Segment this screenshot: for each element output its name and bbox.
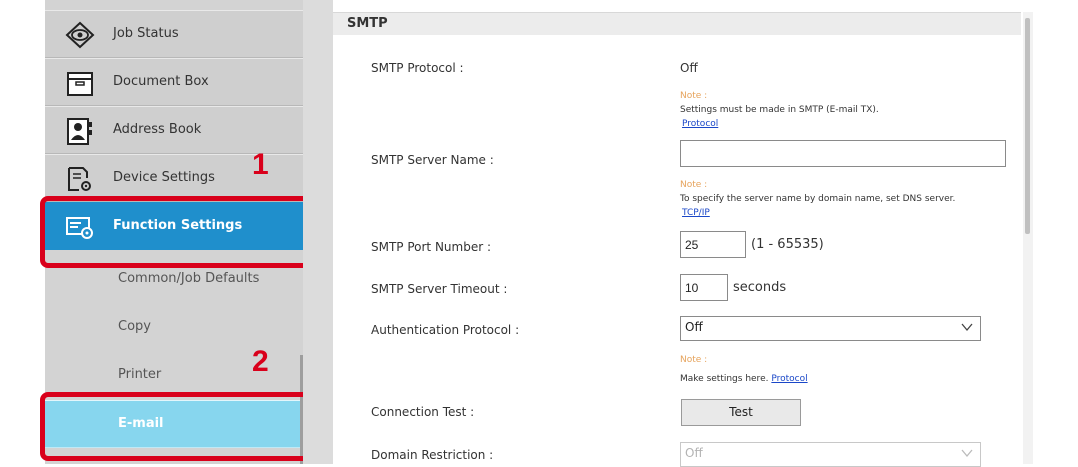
protocol-link[interactable]: Protocol — [771, 374, 807, 384]
domain-restriction-label: Domain Restriction : — [371, 448, 494, 462]
callout-number-2: 2 — [252, 345, 269, 378]
smtp-protocol-value: Off — [680, 61, 698, 75]
device-settings-icon — [65, 164, 95, 194]
address-book-icon — [65, 116, 95, 146]
domain-restriction-value: Off — [685, 446, 703, 460]
scrollbar-thumb[interactable] — [1025, 18, 1030, 234]
timeout-unit: seconds — [733, 280, 787, 295]
note-text: Settings must be made in SMTP (E-mail TX… — [680, 105, 879, 115]
test-button[interactable]: Test — [681, 399, 801, 426]
sidebar-subitem-label: Printer — [118, 367, 162, 382]
smtp-port-input[interactable] — [680, 231, 746, 258]
note-title: Note : — [680, 91, 708, 101]
callout-box-2 — [40, 392, 317, 461]
content-separator — [303, 0, 333, 464]
protocol-link[interactable]: Protocol — [682, 119, 718, 129]
sidebar-item-label: Address Book — [113, 122, 202, 137]
eye-icon — [65, 20, 95, 50]
sidebar-item-job-status[interactable]: Job Status — [45, 10, 303, 58]
note-text: To specify the server name by domain nam… — [680, 194, 956, 204]
connection-test-label: Connection Test : — [371, 405, 475, 419]
auth-protocol-select[interactable]: Off — [680, 316, 981, 341]
port-range-text: (1 - 65535) — [751, 237, 824, 252]
sidebar-subitem-label: Common/Job Defaults — [118, 271, 260, 286]
smtp-settings-panel: SMTP SMTP Protocol : Off Note : Settings… — [333, 0, 1033, 467]
smtp-port-label: SMTP Port Number : — [371, 240, 492, 254]
domain-restriction-select[interactable]: Off — [680, 442, 981, 467]
sidebar-item-document-box[interactable]: Document Box — [45, 58, 303, 106]
sidebar-item-label: Document Box — [113, 74, 209, 89]
smtp-server-name-input[interactable] — [680, 140, 1006, 167]
tcp-ip-link[interactable]: TCP/IP — [682, 208, 710, 218]
sidebar-subitem-label: Copy — [118, 319, 151, 334]
smtp-server-name-label: SMTP Server Name : — [371, 153, 494, 167]
smtp-timeout-input[interactable] — [680, 274, 728, 301]
section-header: SMTP — [333, 12, 1021, 35]
callout-number-1: 1 — [252, 148, 269, 181]
note-text: Make settings here. Protocol — [680, 374, 808, 384]
smtp-protocol-label: SMTP Protocol : — [371, 61, 464, 75]
smtp-timeout-label: SMTP Server Timeout : — [371, 282, 508, 296]
auth-protocol-label: Authentication Protocol : — [371, 323, 520, 337]
note-title: Note : — [680, 355, 708, 365]
note-text-content: Make settings here. — [680, 374, 769, 384]
sidebar-item-label: Device Settings — [113, 170, 215, 185]
note-title: Note : — [680, 180, 708, 190]
sidebar-item-address-book[interactable]: Address Book — [45, 106, 303, 154]
folder-icon — [65, 68, 95, 98]
chevron-down-icon — [960, 320, 974, 337]
auth-protocol-value: Off — [685, 320, 703, 334]
callout-box-1 — [40, 196, 317, 268]
chevron-down-icon — [960, 446, 974, 463]
section-title: SMTP — [347, 16, 388, 31]
right-gutter — [1033, 0, 1078, 464]
sidebar-item-label: Job Status — [113, 26, 179, 41]
